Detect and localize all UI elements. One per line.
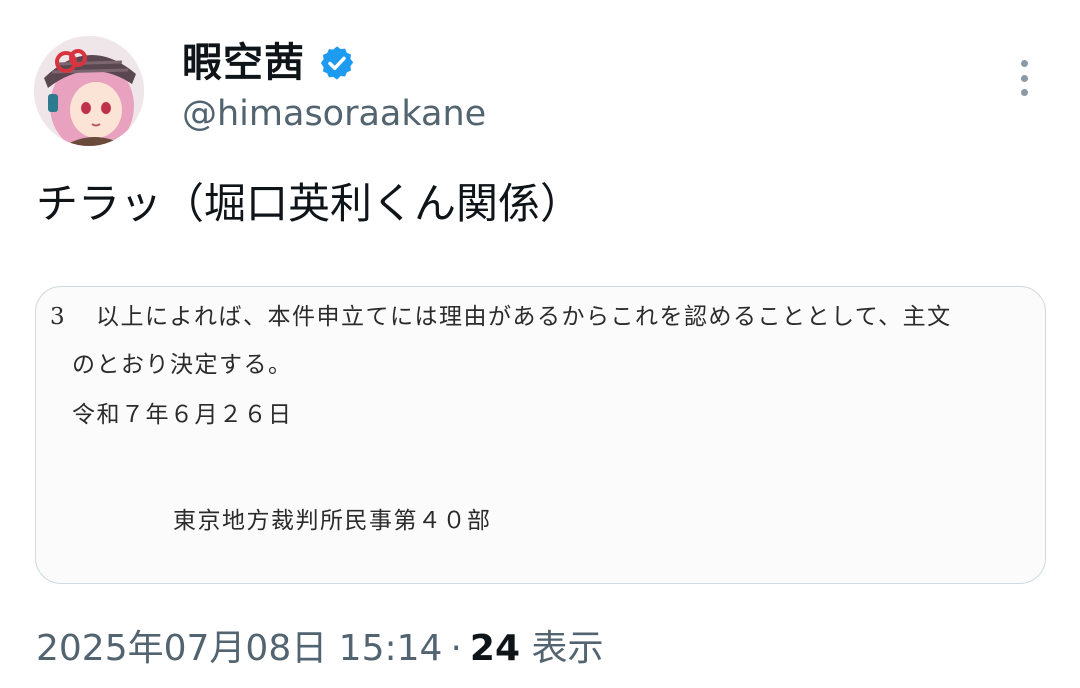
more-dot: [1020, 89, 1028, 96]
verified-badge-icon: [320, 46, 354, 80]
timestamp[interactable]: 2025年07月08日 15:14: [36, 628, 442, 669]
more-vertical-icon[interactable]: [1008, 58, 1040, 98]
view-label: 表示: [531, 628, 604, 669]
tweet-text: チラッ（堀口英利くん関係）: [36, 179, 583, 228]
tweet-meta: 2025年07月08日 15:14 · 24 表示: [36, 624, 603, 674]
view-count: 24: [469, 628, 520, 669]
display-name[interactable]: 暇空茜: [182, 38, 305, 88]
doc-line-1: 以上によれば、本件申立てには理由があるからこれを認めることとして、主文: [96, 304, 952, 330]
doc-line-2: のとおり決定する。: [72, 352, 293, 378]
doc-date: 令和７年６月２６日: [72, 402, 293, 428]
more-dot: [1020, 60, 1028, 67]
more-dot: [1020, 74, 1028, 82]
author-handle[interactable]: @himasoraakane: [182, 92, 486, 136]
avatar[interactable]: [34, 36, 144, 146]
meta-separator: ·: [450, 628, 462, 669]
doc-court: 東京地方裁判所民事第４０部: [173, 508, 492, 534]
doc-paragraph-number: 3: [50, 304, 65, 330]
avatar-image: [34, 36, 144, 146]
attached-image[interactable]: 3 以上によれば、本件申立てには理由があるからこれを認めることとして、主文 のと…: [35, 286, 1046, 584]
